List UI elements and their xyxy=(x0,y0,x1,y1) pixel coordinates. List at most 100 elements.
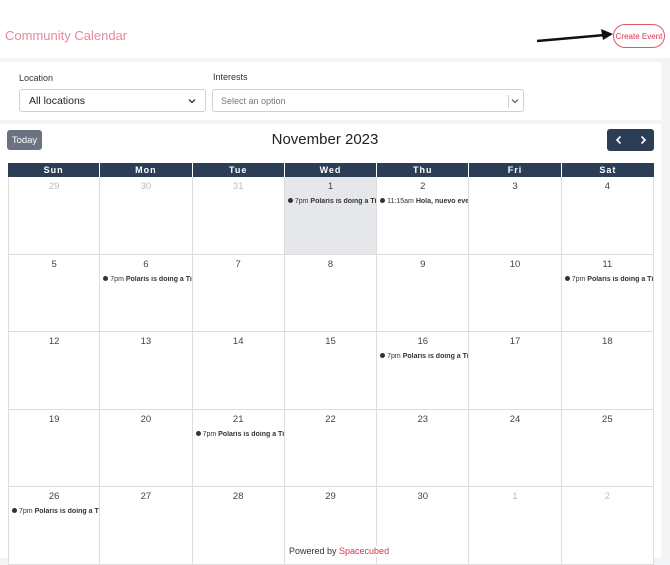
day-number: 23 xyxy=(417,413,429,425)
day-cell[interactable]: 23 xyxy=(377,409,470,487)
event-dot-icon xyxy=(12,508,17,513)
powered-brand-link[interactable]: Spacecubed xyxy=(339,546,389,556)
day-number: 16 xyxy=(417,336,429,347)
weekday-header-cell: Thu xyxy=(377,163,470,177)
event-dot-icon xyxy=(380,198,386,203)
event-title: Polaris is doing a Tiny Desk xyxy=(402,353,469,360)
calendar-event[interactable]: 7pm Polaris is doing a Tiny Desk xyxy=(103,275,192,283)
day-cell[interactable]: 29 xyxy=(8,177,101,255)
day-cell[interactable]: 6 7pm Polaris is doing a Tiny Desk xyxy=(100,254,193,332)
day-number: 27 xyxy=(140,491,152,502)
day-number: 25 xyxy=(602,413,613,425)
location-select[interactable]: All locations xyxy=(19,89,206,112)
day-cell[interactable]: 11 7pm Polaris is doing a Tiny Desk xyxy=(561,254,654,332)
day-cell[interactable]: 8 xyxy=(284,254,378,332)
day-cell[interactable]: 10 xyxy=(469,254,562,332)
event-time: 7pm xyxy=(110,275,124,283)
day-cell[interactable]: 27 xyxy=(100,487,193,565)
day-number: 30 xyxy=(140,181,152,192)
event-time: 7pm xyxy=(294,198,309,205)
day-cell[interactable]: 1 xyxy=(469,487,562,565)
day-number: 11 xyxy=(602,258,613,270)
day-number: 15 xyxy=(325,336,336,347)
day-number: 24 xyxy=(509,413,521,425)
day-number: 7 xyxy=(235,258,241,270)
day-number: 20 xyxy=(140,413,152,425)
app-title: Community Calendar xyxy=(5,28,128,43)
today-button[interactable]: Today xyxy=(7,130,42,150)
day-cell[interactable]: 14 xyxy=(192,332,285,410)
day-number: 1 xyxy=(327,181,334,192)
day-cell[interactable]: 4 xyxy=(561,177,654,255)
day-number: 6 xyxy=(143,258,149,270)
week-row: 12 13 14 15 16 7pm Polaris is doing a Tiny De… xyxy=(8,332,654,410)
next-month-button[interactable] xyxy=(631,129,654,151)
day-number: 19 xyxy=(48,413,60,425)
day-cell[interactable]: 26 7pm Polaris is doing a Tiny Desk xyxy=(8,487,101,565)
location-select-value: All locations xyxy=(29,94,86,107)
day-cell[interactable]: 2 xyxy=(561,487,654,565)
select-separator xyxy=(508,95,509,108)
day-cell[interactable]: 9 xyxy=(377,254,470,332)
day-number: 2 xyxy=(604,491,610,502)
chevron-left-icon xyxy=(615,135,621,145)
day-cell[interactable]: 20 xyxy=(100,409,193,487)
event-time: 7pm xyxy=(19,508,33,515)
month-title: November 2023 xyxy=(271,131,379,148)
chevron-right-icon xyxy=(640,135,646,145)
event-title: Polaris is doing a Tiny Desk xyxy=(310,198,377,205)
day-cell[interactable]: 15 xyxy=(284,332,378,410)
interests-placeholder: Select an option xyxy=(221,95,286,106)
day-number: 26 xyxy=(48,491,60,502)
event-title: Polaris is doing a Tiny Desk xyxy=(125,275,192,283)
weekday-header-cell: Tue xyxy=(193,163,285,177)
calendar-event[interactable]: 7pm Polaris is doing a Tiny Desk xyxy=(12,508,99,515)
day-number: 1 xyxy=(512,491,518,502)
day-cell[interactable]: 1 7pm Polaris is doing a Tiny Desk xyxy=(284,177,378,255)
day-cell[interactable]: 28 xyxy=(192,487,285,565)
day-cell[interactable]: 30 xyxy=(100,177,193,255)
day-number: 17 xyxy=(509,336,521,347)
day-cell[interactable]: 13 xyxy=(100,332,193,410)
day-cell[interactable]: 18 xyxy=(561,332,654,410)
prev-month-button[interactable] xyxy=(607,129,630,151)
day-number: 22 xyxy=(325,413,336,425)
day-number: 9 xyxy=(420,258,426,270)
day-number: 3 xyxy=(512,181,518,192)
day-number: 8 xyxy=(327,258,334,270)
weekday-header-cell: Sat xyxy=(599,165,617,175)
calendar-event[interactable]: 11:15am Hola, nuevo evento xyxy=(380,198,468,205)
day-cell[interactable]: 30 xyxy=(377,487,470,565)
day-cell[interactable]: 21 7pm Polaris is doing a Tiny Desk xyxy=(192,409,285,487)
day-cell[interactable]: 24 xyxy=(469,409,562,487)
calendar-event[interactable]: 7pm Polaris is doing a Tiny Desk xyxy=(564,275,653,283)
day-cell[interactable]: 25 xyxy=(561,409,654,487)
calendar-event[interactable]: 7pm Polaris is doing a Tiny Desk xyxy=(287,198,377,205)
day-cell[interactable]: 19 xyxy=(8,409,101,487)
day-cell[interactable]: 12 xyxy=(8,332,101,410)
event-title: Hola, nuevo evento xyxy=(415,198,469,205)
day-cell[interactable]: 5 xyxy=(8,254,101,332)
day-cell[interactable]: 31 xyxy=(192,177,285,255)
day-number: 2 xyxy=(420,181,426,192)
day-cell[interactable]: 22 xyxy=(284,409,378,487)
day-cell[interactable]: 17 xyxy=(469,332,562,410)
event-dot-icon xyxy=(380,353,386,358)
weekday-header-cell: Wed xyxy=(285,163,378,177)
event-time: 11:15am xyxy=(387,198,414,205)
chevron-down-icon xyxy=(188,99,196,104)
interests-label: Interests xyxy=(213,72,248,82)
create-event-button[interactable]: Create Event xyxy=(613,24,665,48)
event-time: 7pm xyxy=(387,353,401,360)
day-cell[interactable]: 3 xyxy=(469,177,562,255)
calendar-event[interactable]: 7pm Polaris is doing a Tiny Desk xyxy=(380,353,468,360)
event-time: 7pm xyxy=(202,430,217,438)
day-cell[interactable]: 7 xyxy=(192,254,285,332)
day-cell[interactable]: 16 7pm Polaris is doing a Tiny Desk xyxy=(377,332,470,410)
week-row: 19 20 21 7pm Polaris is doing a Tiny Desk 22… xyxy=(8,409,654,487)
day-cell[interactable]: 2 11:15am Hola, nuevo evento xyxy=(377,177,470,255)
calendar-event[interactable]: 7pm Polaris is doing a Tiny Desk xyxy=(195,430,284,438)
event-dot-icon xyxy=(564,275,570,281)
interests-select[interactable]: Select an option xyxy=(212,89,524,112)
day-number: 12 xyxy=(48,336,60,347)
